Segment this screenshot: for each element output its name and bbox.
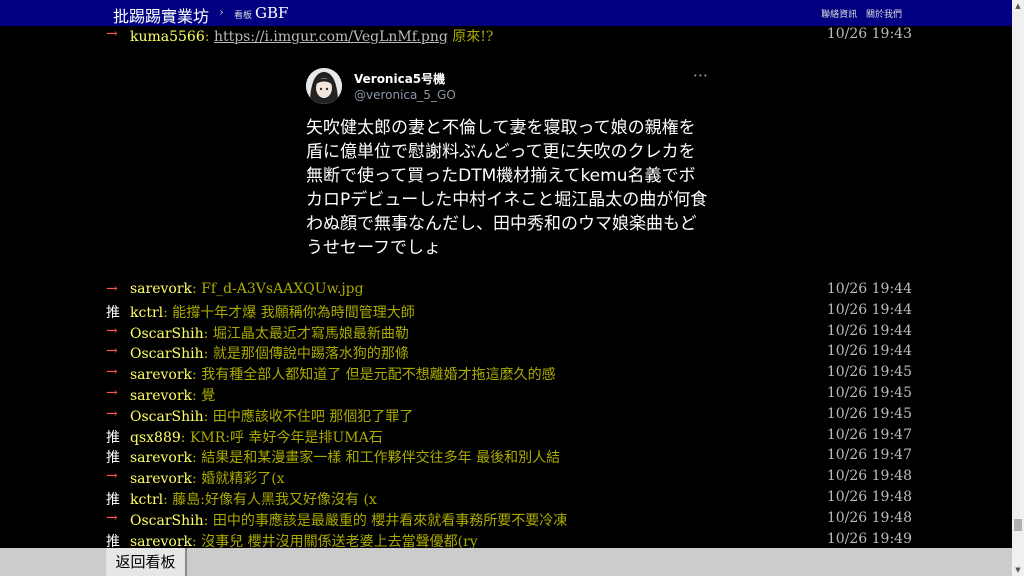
more-options-icon[interactable]: ··· bbox=[693, 66, 708, 85]
push-time: 10/26 19:45 bbox=[826, 405, 912, 422]
push-tag: → bbox=[106, 281, 118, 297]
tweet-author-handle: @veronica_5_GO bbox=[354, 88, 456, 102]
push-row: 推 sarevork: 結果是和某漫畫家一樣 和工作夥伴交往多年 最後和別人結 10… bbox=[106, 447, 912, 468]
scrollbar[interactable]: ▲ ▼ bbox=[1012, 0, 1024, 576]
push-userid: OscarShih: 就是那個傳說中踢落水狗的那條 bbox=[130, 346, 409, 363]
push-userid: kuma5566: https://i.imgur.com/VegLnMf.pn… bbox=[130, 29, 494, 45]
push-userid: kctrl: 能撐十年才爆 我願稱你為時間管理大師 bbox=[130, 304, 415, 321]
push-row: → OscarShih: 田中的事應該是最嚴重的 櫻井看來就看事務所要不要冷凍 10… bbox=[106, 510, 912, 531]
push-row: 推 qsx889: KMR:呼 幸好今年是排UMA石 10/26 19:47 bbox=[106, 427, 912, 448]
push-userid: sarevork: 我有種全部人都知道了 但是元配不想離婚才拖這麼久的感 bbox=[130, 367, 556, 384]
push-content: KMR:呼 幸好今年是排UMA石 bbox=[189, 429, 383, 446]
push-row: → sarevork: 覺 10/26 19:45 bbox=[106, 385, 912, 406]
push-content: 藤島:好像有人黑我又好像沒有 (x bbox=[172, 492, 377, 508]
board-label: 看板 bbox=[234, 11, 253, 21]
push-row: → sarevork: 婚就精彩了(x 10/26 19:48 bbox=[106, 468, 912, 489]
push-tag: → bbox=[106, 343, 118, 360]
push-userid: sarevork: 覺 bbox=[130, 388, 216, 404]
push-userid: OscarShih: 田中的事應該是最嚴重的 櫻井看來就看事務所要不要冷凍 bbox=[130, 512, 568, 529]
push-time: 10/26 19:44 bbox=[826, 301, 912, 318]
push-tag: → bbox=[106, 405, 118, 422]
tweet-body: 矢吹健太郎の妻と不倫して妻を寝取って娘の親権を盾に億単位で慰謝料ぶんどって更に矢… bbox=[306, 118, 708, 258]
push-tag: 推 bbox=[106, 429, 120, 446]
push-time: 10/26 19:49 bbox=[826, 530, 912, 547]
push-content: 能撐十年才爆 我願稱你為時間管理大師 bbox=[172, 304, 415, 321]
push-tag: → bbox=[106, 385, 118, 401]
push-row: → OscarShih: 堀江晶太最近才寫馬娘最新曲勒 10/26 19:44 bbox=[106, 323, 912, 344]
push-row: → sarevork: 我有種全部人都知道了 但是元配不想離婚才拖這麼久的感 10/… bbox=[106, 364, 912, 385]
push-tag: 推 bbox=[106, 492, 120, 508]
about-link[interactable]: 關於我們 bbox=[866, 10, 902, 20]
push-userid: qsx889: KMR:呼 幸好今年是排UMA石 bbox=[130, 429, 383, 446]
push-time: 10/26 19:48 bbox=[826, 509, 912, 526]
push-content: 結果是和某漫畫家一樣 和工作夥伴交往多年 最後和別人結 bbox=[201, 450, 561, 467]
contact-link[interactable]: 聯絡資訊 bbox=[821, 10, 857, 20]
push-content: 婚就精彩了(x bbox=[201, 471, 285, 488]
embedded-tweet[interactable]: Veronica5号機 @veronica_5_GO ··· 矢吹健太郎の妻と不… bbox=[290, 62, 730, 288]
board-name-link[interactable]: GBF bbox=[255, 4, 288, 22]
push-time: 10/26 19:45 bbox=[826, 364, 912, 381]
push-time: 10/26 19:43 bbox=[826, 26, 912, 42]
imgur-link[interactable]: https://i.imgur.com/VegLnMf.png bbox=[214, 29, 448, 45]
push-tag: → bbox=[106, 364, 118, 381]
push-tag: → bbox=[106, 468, 118, 485]
push-time: 10/26 19:44 bbox=[826, 343, 912, 360]
push-content: 田中的事應該是最嚴重的 櫻井看來就看事務所要不要冷凍 bbox=[212, 512, 568, 529]
push-time: 10/26 19:47 bbox=[826, 447, 912, 464]
push-row: 推 kctrl: 能撐十年才爆 我願稱你為時間管理大師 10/26 19:44 bbox=[106, 302, 912, 323]
push-tag: → bbox=[106, 322, 118, 339]
scroll-down-icon[interactable]: ▼ bbox=[1012, 564, 1024, 576]
site-logo[interactable]: 批踢踢實業坊 bbox=[113, 3, 209, 27]
push-content: 我有種全部人都知道了 但是元配不想離婚才拖這麼久的感 bbox=[201, 367, 556, 384]
push-row: → OscarShih: 就是那個傳說中踢落水狗的那條 10/26 19:44 bbox=[106, 343, 912, 364]
push-time: 10/26 19:44 bbox=[826, 322, 912, 339]
push-userid: sarevork: 婚就精彩了(x bbox=[130, 471, 285, 488]
tweet-author-name: Veronica5号機 bbox=[354, 72, 446, 86]
push-content: 就是那個傳說中踢落水狗的那條 bbox=[212, 346, 409, 363]
push-userid: sarevork: 結果是和某漫畫家一樣 和工作夥伴交往多年 最後和別人結 bbox=[130, 450, 561, 467]
breadcrumb-separator: › bbox=[219, 5, 224, 19]
push-time: 10/26 19:48 bbox=[826, 489, 912, 505]
push-row: 推 kctrl: 藤島:好像有人黑我又好像沒有 (x 10/26 19:48 bbox=[106, 489, 912, 510]
push-content: 堀江晶太最近才寫馬娘最新曲勒 bbox=[212, 325, 409, 342]
push-time: 10/26 19:48 bbox=[826, 468, 912, 485]
push-tag: 推 bbox=[106, 533, 120, 548]
push-content: 沒事兒 櫻井沒用關係送老婆上去當聲優都(ry bbox=[201, 533, 478, 548]
push-tag: → bbox=[106, 26, 118, 42]
scroll-thumb[interactable] bbox=[1014, 519, 1022, 531]
push-content: 田中應該收不住吧 那個犯了罪了 bbox=[212, 408, 414, 425]
push-row: → sarevork: Ff_d-A3VsAAXQUw.jpg 10/26 19:4… bbox=[106, 281, 912, 302]
push-tag: → bbox=[106, 509, 118, 526]
push-userid: OscarShih: 堀江晶太最近才寫馬娘最新曲勒 bbox=[130, 325, 409, 342]
push-tag: 推 bbox=[106, 450, 120, 467]
top-bar: 批踢踢實業坊 › 看板 GBF 聯絡資訊 關於我們 bbox=[0, 0, 1012, 26]
back-to-board-button[interactable]: 返回看板 bbox=[106, 548, 187, 576]
avatar bbox=[306, 68, 342, 104]
push-userid: kctrl: 藤島:好像有人黑我又好像沒有 (x bbox=[130, 492, 377, 508]
bottom-bar: 返回看板 bbox=[0, 548, 1012, 576]
push-row: 推 sarevork: 沒事兒 櫻井沒用關係送老婆上去當聲優都(ry 10/26 1… bbox=[106, 531, 912, 548]
push-row: → OscarShih: 田中應該收不住吧 那個犯了罪了 10/26 19:45 bbox=[106, 406, 912, 427]
push-userid: OscarShih: 田中應該收不住吧 那個犯了罪了 bbox=[130, 408, 414, 425]
push-time: 10/26 19:45 bbox=[826, 385, 912, 401]
header-links: 聯絡資訊 關於我們 bbox=[815, 7, 902, 20]
push-tag: 推 bbox=[106, 304, 120, 321]
push-row: → kuma5566: https://i.imgur.com/VegLnMf.… bbox=[106, 26, 912, 47]
push-time: 10/26 19:44 bbox=[826, 281, 912, 297]
article-content: → kuma5566: https://i.imgur.com/VegLnMf.… bbox=[0, 26, 1012, 548]
push-userid: sarevork: Ff_d-A3VsAAXQUw.jpg bbox=[130, 281, 364, 297]
push-content: Ff_d-A3VsAAXQUw.jpg bbox=[201, 281, 364, 297]
scroll-up-icon[interactable]: ▲ bbox=[1012, 0, 1024, 12]
push-userid: sarevork: 沒事兒 櫻井沒用關係送老婆上去當聲優都(ry bbox=[130, 533, 478, 548]
push-time: 10/26 19:47 bbox=[826, 426, 912, 443]
push-content: 覺 bbox=[201, 388, 216, 404]
